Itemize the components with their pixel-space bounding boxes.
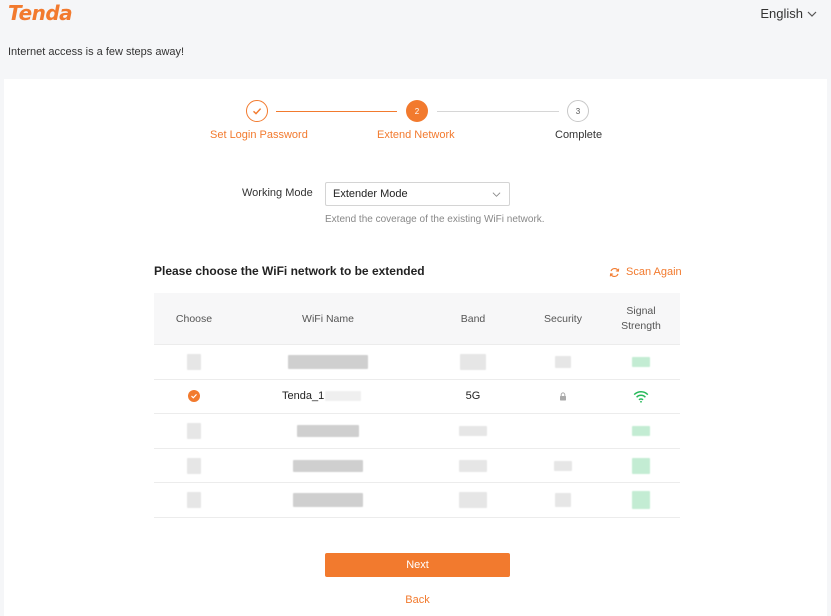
language-label: English <box>760 6 803 21</box>
step-3-label: Complete <box>555 129 603 141</box>
back-link[interactable]: Back <box>325 594 510 606</box>
refresh-icon <box>609 267 620 277</box>
step-1-circle <box>246 100 268 122</box>
tenda-logo: Tenda <box>8 1 73 25</box>
blurred-wifi-name <box>288 354 368 369</box>
blurred-signal <box>632 356 650 367</box>
network-section-title: Please choose the WiFi network to be ext… <box>154 264 425 278</box>
column-header-security: Security <box>544 312 582 325</box>
top-bar: Tenda English Internet access is a few s… <box>0 0 831 70</box>
working-mode-description: Extend the coverage of the existing WiFi… <box>325 214 545 225</box>
column-header-signal-strength: Signal Strength <box>621 305 661 332</box>
blurred-radio[interactable] <box>187 492 201 509</box>
blurred-wifi-name <box>293 493 363 508</box>
blurred-radio[interactable] <box>187 353 201 370</box>
language-selector[interactable]: English <box>760 6 817 21</box>
chevron-down-icon <box>807 11 817 17</box>
table-row[interactable] <box>154 483 680 518</box>
blurred-band <box>459 492 487 509</box>
blurred-wifi-name-suffix <box>325 391 362 402</box>
setup-card: 2 3 Set Login Password Extend Network Co… <box>4 79 827 616</box>
band-value: 5G <box>465 390 481 403</box>
working-mode-select[interactable]: Extender Mode <box>325 182 510 206</box>
table-row-selected[interactable]: Tenda_1 5G <box>154 380 680 415</box>
blurred-signal <box>632 457 650 474</box>
blurred-security <box>555 493 571 508</box>
table-row[interactable] <box>154 449 680 484</box>
check-icon <box>191 394 197 400</box>
working-mode-label: Working Mode <box>242 187 313 199</box>
column-header-choose: Choose <box>175 312 213 325</box>
wifi-network-table: Choose WiFi Name Band Security Signal St… <box>154 293 680 518</box>
blurred-wifi-name <box>297 424 359 437</box>
step-3-circle: 3 <box>567 100 589 122</box>
working-mode-value: Extender Mode <box>333 188 408 200</box>
column-header-band: Band <box>460 312 486 325</box>
blurred-band <box>460 353 486 370</box>
scan-again-label: Scan Again <box>626 266 682 278</box>
step-connector-1 <box>276 111 397 112</box>
wifi-signal-icon <box>633 390 649 403</box>
table-row[interactable] <box>154 345 680 380</box>
table-row[interactable] <box>154 414 680 449</box>
column-header-wifi-name: WiFi Name <box>302 312 354 325</box>
lock-icon <box>560 392 566 401</box>
blurred-signal <box>632 425 650 436</box>
blurred-band <box>459 425 487 436</box>
blurred-wifi-name <box>293 459 363 472</box>
tagline: Internet access is a few steps away! <box>8 46 185 58</box>
next-button[interactable]: Next <box>325 553 510 577</box>
blurred-security <box>554 460 572 471</box>
selected-radio[interactable] <box>188 390 200 403</box>
blurred-radio[interactable] <box>187 422 201 439</box>
step-2-circle: 2 <box>406 100 428 122</box>
table-header: Choose WiFi Name Band Security Signal St… <box>154 293 680 345</box>
scan-again-button[interactable]: Scan Again <box>609 266 682 278</box>
check-icon <box>253 108 262 115</box>
blurred-radio[interactable] <box>187 457 201 474</box>
blurred-security <box>555 355 571 368</box>
chevron-down-icon <box>492 192 501 197</box>
step-2-label: Extend Network <box>377 129 455 141</box>
step-1-label: Set Login Password <box>210 129 308 141</box>
blurred-signal <box>632 491 650 510</box>
wifi-name: Tenda_1 <box>282 390 325 403</box>
step-connector-2 <box>437 111 559 112</box>
blurred-band <box>459 459 487 472</box>
